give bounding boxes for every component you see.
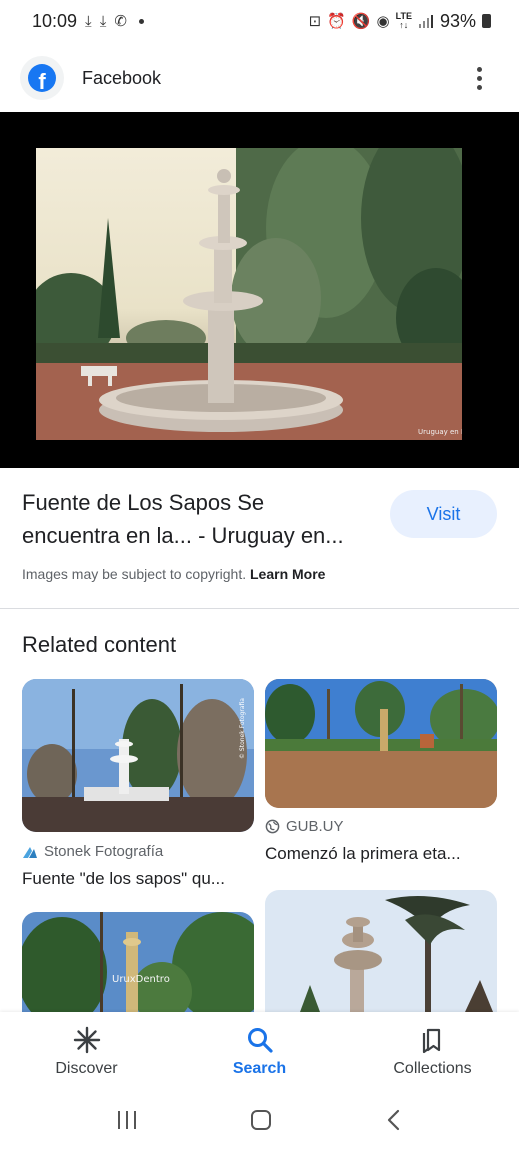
globe-icon [265,819,280,834]
related-card-image[interactable]: © Stonek Fotografia [22,679,254,832]
stonek-logo-icon [23,846,37,858]
battery-icon [482,14,491,28]
card-watermark: UruxDentro [112,974,170,985]
back-button[interactable] [384,1108,404,1137]
signal-icon [418,15,433,28]
related-card-title[interactable]: Fuente "de los sapos" qu... [22,869,225,889]
status-time: 10:09 [32,10,78,31]
related-card-image[interactable] [265,890,497,1012]
nav-discover[interactable]: Discover [0,1012,173,1092]
related-card-image[interactable]: UruxDentro [22,912,254,1012]
nav-discover-label: Discover [55,1060,118,1077]
visit-button[interactable]: Visit [390,490,497,538]
system-navigation [0,1092,519,1152]
related-card-title[interactable]: Comenzó la primera eta... [265,844,461,864]
nav-search[interactable]: Search [173,1012,346,1092]
photo-watermark: Uruguay en Fotos [418,428,462,436]
search-icon [246,1026,274,1054]
related-card-source: Stonek Fotografía [22,843,163,860]
download-icon: ⤓ [85,12,92,30]
home-button[interactable] [249,1108,273,1137]
result-title-line1: Fuente de Los Sapos Se [22,490,265,515]
nav-search-label: Search [232,1060,287,1077]
app-title: Facebook [82,67,162,88]
related-card-source: GUB.UY [265,818,344,835]
hotspot-icon: ◉ [376,12,390,30]
battery-percent: 93% [439,10,476,31]
app-bar: f Facebook [0,50,519,106]
image-viewer[interactable]: Uruguay en Fotos [0,112,519,468]
recents-icon [118,1110,137,1129]
facebook-logo-icon: f [20,56,64,100]
nav-collections-label: Collections [393,1060,472,1077]
lte-indicator: LTE ↑↓ [395,11,412,30]
collections-icon [419,1026,447,1054]
more-options-button[interactable] [459,58,499,98]
notification-dot-icon [138,18,144,24]
divider [0,608,519,609]
whatsapp-icon: ✆ [114,12,127,30]
learn-more-link[interactable]: Learn More [250,566,325,582]
download-icon: ⤓ [99,12,107,30]
lock-icon: ⊡ [308,12,322,30]
back-chevron-icon [387,1109,399,1130]
nav-collections[interactable]: Collections [346,1012,519,1092]
card-watermark: © Stonek Fotografia [239,698,246,759]
result-title[interactable]: Fuente de Los Sapos Se encuentra en la..… [22,486,372,552]
bottom-navigation: Discover Search Collections [0,1012,519,1092]
more-vert-icon [476,66,482,72]
related-content-heading: Related content [22,632,177,657]
mute-icon: 🔇 [351,12,371,30]
copyright-text: Images may be subject to copyright. [22,566,247,582]
home-icon [251,1109,272,1130]
alarm-icon: ⏰ [327,12,346,30]
recent-apps-button[interactable] [115,1109,139,1136]
related-card-image[interactable] [265,679,497,808]
status-bar: 10:09 ⤓ ⤓ ✆ ⊡ ⏰ 🔇 ◉ LTE ↑↓ 93% [0,0,519,42]
asterisk-icon [73,1026,101,1054]
result-title-line2: encuentra en la... - Uruguay en... [22,523,344,548]
fountain-photo[interactable]: Uruguay en Fotos [36,148,462,440]
copyright-notice: Images may be subject to copyright. Lear… [22,566,325,582]
